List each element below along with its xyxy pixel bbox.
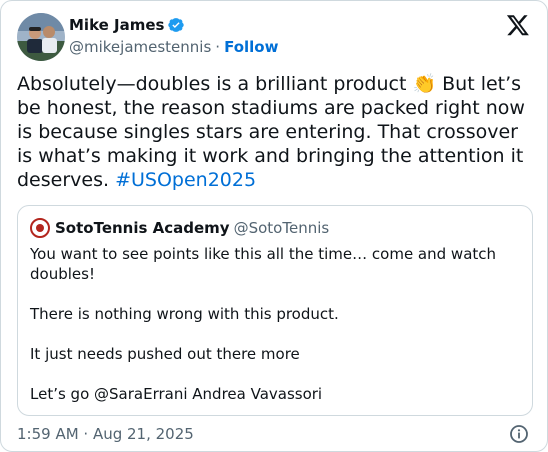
quoted-author-avatar	[30, 218, 50, 238]
separator-dot: ·	[215, 38, 221, 56]
quoted-tweet-text: You want to see points like this all the…	[30, 245, 497, 403]
author-handle-row: @mikejamestennis · Follow	[69, 37, 278, 57]
quoted-author-name[interactable]: SotoTennis Academy	[55, 218, 230, 238]
follow-button[interactable]: Follow	[224, 37, 278, 57]
tweet-timestamp[interactable]: 1:59 AM · Aug 21, 2025	[17, 424, 194, 444]
tweet-card: Mike James @mikejamestennis · Follow Abs…	[0, 0, 548, 452]
tweet-body: Absolutely—doubles is a brilliant produc…	[17, 72, 537, 192]
x-logo-icon[interactable]	[506, 13, 530, 37]
tweet-text-part-1: Absolutely—doubles is a brilliant produc…	[17, 73, 413, 95]
info-icon[interactable]	[509, 424, 529, 444]
quoted-tweet-header: SotoTennis Academy @SotoTennis	[30, 218, 329, 238]
hashtag-link[interactable]: #USOpen2025	[115, 169, 256, 191]
verified-badge-icon	[167, 16, 185, 34]
quoted-tweet[interactable]: SotoTennis Academy @SotoTennis You want …	[17, 205, 533, 416]
author-name-row: Mike James	[69, 15, 185, 35]
author-handle[interactable]: @mikejamestennis	[69, 37, 211, 57]
author-avatar[interactable]	[17, 13, 65, 61]
quoted-author-handle[interactable]: @SotoTennis	[234, 218, 330, 238]
clapping-hands-emoji: 👏	[412, 73, 437, 95]
author-name[interactable]: Mike James	[69, 15, 164, 35]
